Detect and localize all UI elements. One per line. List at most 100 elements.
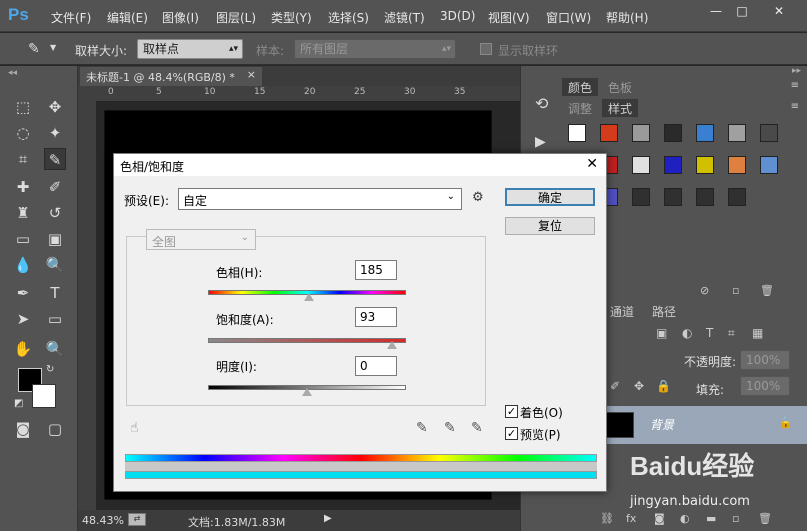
filter-type-icon[interactable]: T: [706, 326, 713, 340]
type-tool-icon[interactable]: T: [44, 282, 66, 304]
style-swatch[interactable]: [664, 124, 682, 142]
menu-edit[interactable]: 编辑(E): [107, 9, 148, 26]
marquee-tool-icon[interactable]: ⬚: [12, 96, 34, 118]
gradient-tool-icon[interactable]: ▣: [44, 228, 66, 250]
hue-input[interactable]: 185: [355, 260, 397, 280]
filter-pixel-icon[interactable]: ▣: [656, 326, 667, 340]
style-swatch[interactable]: [696, 124, 714, 142]
link-layers-icon[interactable]: ⛓: [600, 512, 614, 525]
menu-select[interactable]: 选择(S): [328, 9, 369, 26]
style-swatch[interactable]: [568, 124, 586, 142]
path-selection-tool-icon[interactable]: ➤: [12, 308, 34, 330]
tab-swatches[interactable]: 色板: [602, 78, 638, 96]
hue-slider-thumb[interactable]: [303, 293, 314, 301]
eyedropper-icon[interactable]: ✎: [416, 420, 428, 436]
menu-3d[interactable]: 3D(D): [440, 9, 475, 23]
pen-tool-icon[interactable]: ✒: [12, 282, 34, 304]
document-tab[interactable]: 未标题-1 @ 48.4%(RGB/8) * ×: [80, 67, 262, 86]
filter-shape-icon[interactable]: ⌗: [728, 326, 735, 341]
history-brush-tool-icon[interactable]: ↺: [44, 202, 66, 224]
style-swatch[interactable]: [728, 124, 746, 142]
opacity-input[interactable]: 100%: [740, 350, 790, 370]
style-swatch[interactable]: [600, 124, 618, 142]
style-swatch[interactable]: [632, 156, 650, 174]
close-window-button[interactable]: ✕: [759, 4, 799, 18]
clear-style-icon[interactable]: ⊘: [700, 284, 709, 297]
filter-smart-icon[interactable]: ▦: [752, 326, 763, 340]
zoom-tool-icon[interactable]: 🔍: [44, 338, 66, 360]
saturation-slider-track[interactable]: [208, 338, 406, 343]
minimize-button[interactable]: —: [705, 4, 727, 18]
trash-icon[interactable]: 🗑: [760, 284, 774, 297]
history-icon[interactable]: ⟲: [535, 94, 548, 113]
dodge-tool-icon[interactable]: 🔍: [44, 254, 66, 276]
menu-filter[interactable]: 滤镜(T): [384, 9, 425, 26]
menu-help[interactable]: 帮助(H): [606, 9, 648, 26]
lock-brush-icon[interactable]: ✐: [610, 379, 620, 393]
actions-play-icon[interactable]: ▶: [535, 134, 546, 150]
healing-brush-tool-icon[interactable]: ✚: [12, 176, 34, 198]
channel-select[interactable]: 全图 ⌄: [146, 229, 256, 250]
menu-window[interactable]: 窗口(W): [546, 9, 591, 26]
sample-size-select[interactable]: 取样点 ▴▾: [137, 39, 243, 59]
filter-adjust-icon[interactable]: ◐: [682, 326, 692, 340]
layer-name[interactable]: 背景: [650, 416, 674, 433]
colorize-checkbox[interactable]: ✓: [505, 405, 518, 418]
style-swatch[interactable]: [696, 156, 714, 174]
style-swatch[interactable]: [760, 156, 778, 174]
preset-select[interactable]: 自定 ⌄: [178, 188, 462, 210]
preview-checkbox[interactable]: ✓: [505, 427, 518, 440]
status-menu-arrow-icon[interactable]: ▶: [324, 513, 332, 524]
collapse-panels-icon[interactable]: ▸▸: [792, 66, 801, 76]
clone-stamp-tool-icon[interactable]: ♜: [12, 202, 34, 224]
menu-file[interactable]: 文件(F): [51, 9, 91, 26]
magic-wand-tool-icon[interactable]: ✦: [44, 122, 66, 144]
tab-paths[interactable]: 路径: [646, 302, 682, 320]
rectangle-tool-icon[interactable]: ▭: [44, 308, 66, 330]
reset-button[interactable]: 复位: [505, 217, 595, 235]
style-swatch[interactable]: [760, 124, 778, 142]
eyedropper-tool-icon[interactable]: ✎: [44, 148, 66, 170]
style-swatch[interactable]: [728, 156, 746, 174]
move-tool-icon[interactable]: ✥: [44, 96, 66, 118]
layer-row-background[interactable]: 背景 🔒: [596, 406, 807, 444]
lasso-tool-icon[interactable]: ◌: [12, 122, 34, 144]
saturation-slider-thumb[interactable]: [387, 341, 398, 349]
eyedropper-plus-icon[interactable]: ✎: [444, 420, 456, 436]
quick-mask-icon[interactable]: ◙: [12, 418, 34, 440]
lightness-input[interactable]: 0: [355, 356, 397, 376]
style-swatch[interactable]: [696, 188, 714, 206]
lock-all-icon[interactable]: 🔒: [656, 379, 671, 393]
sample-select[interactable]: 所有图层 ▴▾: [294, 39, 456, 59]
swap-colors-icon[interactable]: ↻: [46, 364, 54, 375]
tab-color[interactable]: 颜色: [562, 78, 599, 96]
panel-menu-icon[interactable]: ≡: [791, 101, 799, 112]
ok-button[interactable]: 确定: [505, 188, 595, 206]
eraser-tool-icon[interactable]: ▭: [12, 228, 34, 250]
menu-image[interactable]: 图像(I): [162, 9, 199, 26]
tab-styles[interactable]: 样式: [602, 99, 639, 117]
new-style-icon[interactable]: ▫: [732, 284, 739, 297]
brush-tool-icon[interactable]: ✐: [44, 176, 66, 198]
lock-position-icon[interactable]: ✥: [634, 379, 644, 393]
style-swatch[interactable]: [664, 156, 682, 174]
eyedropper-icon[interactable]: ✎: [28, 41, 40, 57]
style-swatch[interactable]: [664, 188, 682, 206]
background-color-swatch[interactable]: [32, 384, 56, 408]
fill-input[interactable]: 100%: [740, 376, 790, 396]
close-tab-icon[interactable]: ×: [247, 68, 256, 81]
targeted-adjust-hand-icon[interactable]: ☝: [130, 420, 139, 436]
export-icon[interactable]: ⇄: [128, 513, 146, 526]
eyedropper-minus-icon[interactable]: ✎: [471, 420, 483, 436]
style-swatch[interactable]: [632, 124, 650, 142]
menu-type[interactable]: 类型(Y): [271, 9, 312, 26]
tab-channels[interactable]: 通道: [604, 302, 640, 320]
close-icon[interactable]: ✕: [586, 156, 598, 172]
maximize-button[interactable]: □: [731, 4, 753, 18]
screen-mode-icon[interactable]: ▢: [44, 418, 66, 440]
zoom-level[interactable]: 48.43%: [82, 514, 124, 527]
tool-preset-chevron-icon[interactable]: ▼: [50, 43, 56, 52]
saturation-input[interactable]: 93: [355, 307, 397, 327]
panel-menu-icon[interactable]: ≡: [791, 80, 799, 91]
gear-icon[interactable]: ⚙: [472, 190, 484, 205]
